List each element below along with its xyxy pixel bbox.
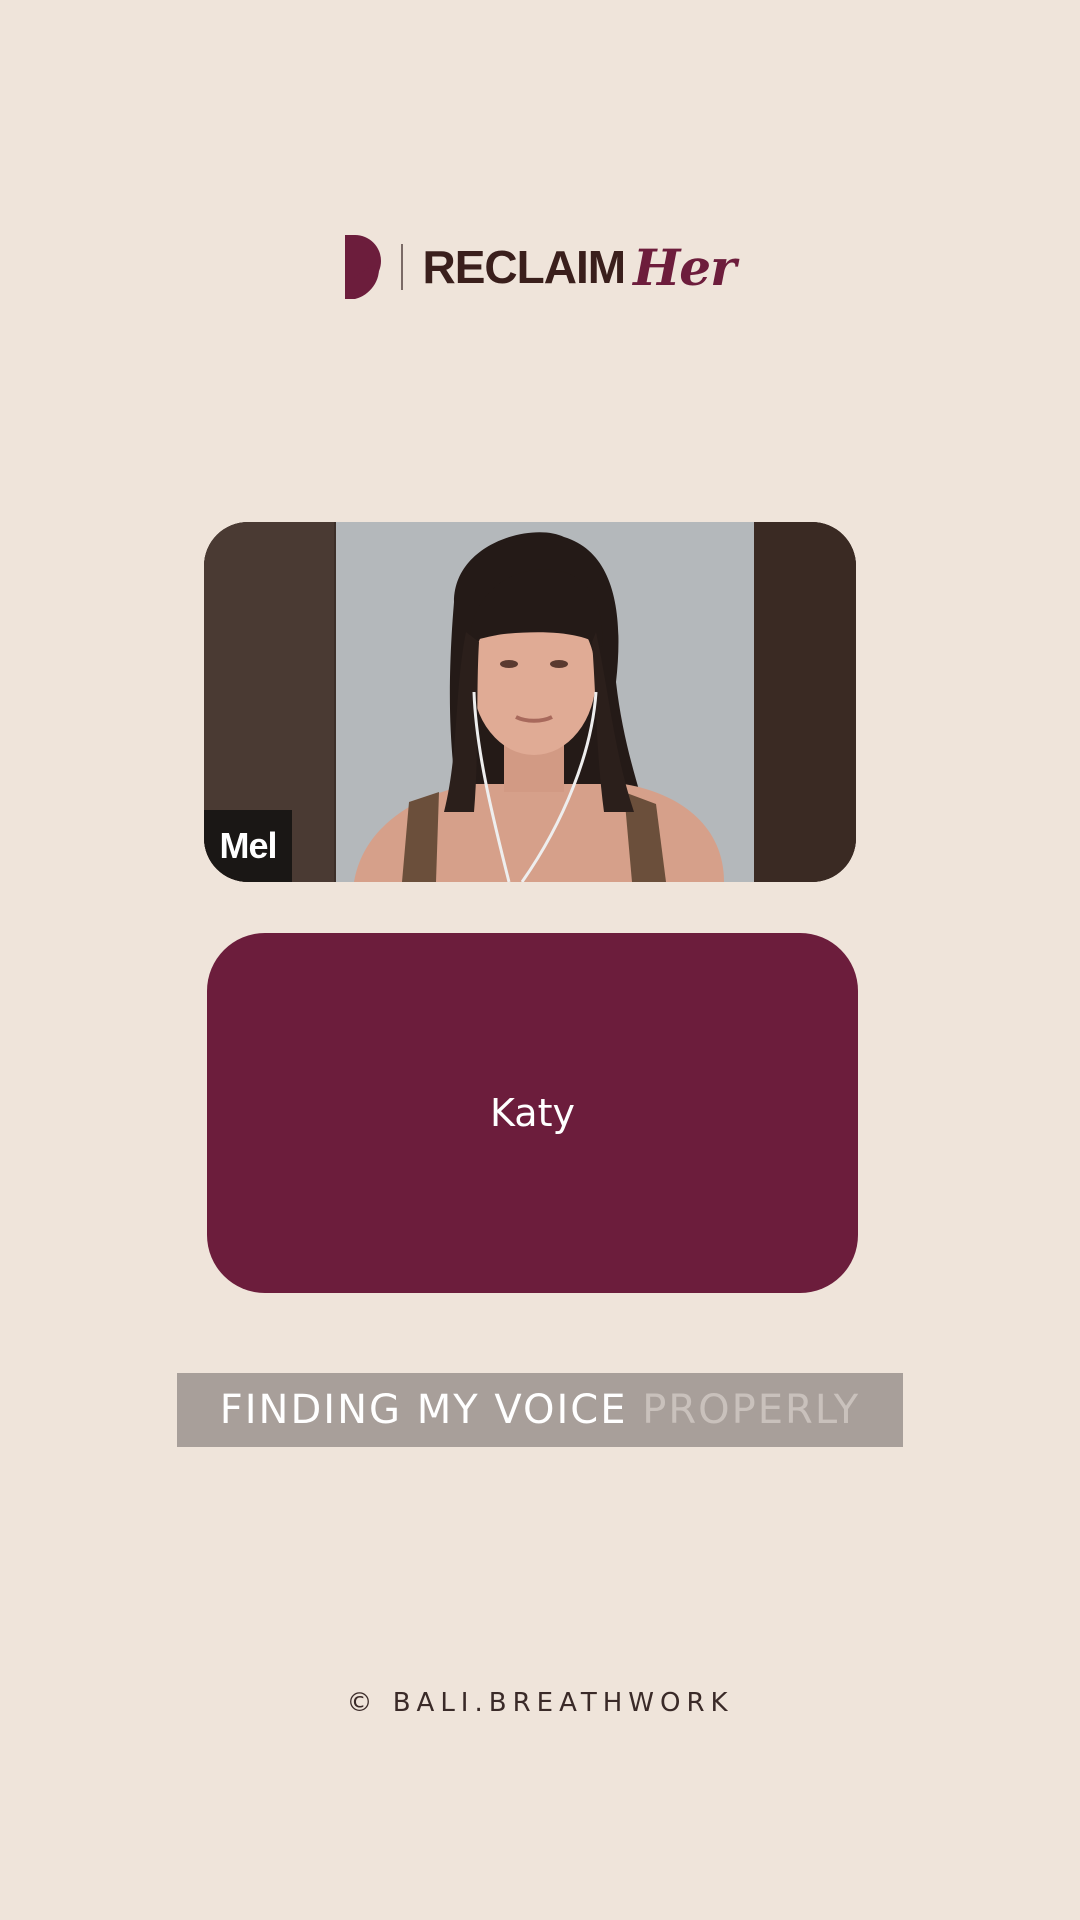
participant-video-tile[interactable]: Mel: [204, 522, 856, 882]
half-moon-logo-icon: [344, 235, 381, 299]
participant-video-feed: [204, 522, 856, 882]
caption-upcoming-word: PROPERLY: [642, 1387, 861, 1433]
caption-spoken-text: FINDING MY VOICE: [219, 1387, 628, 1433]
logo-wordmark: RECLAIM: [422, 241, 627, 293]
participant-name: Katy: [490, 1091, 575, 1135]
copyright-footer: © BALI.BREATHWORK: [346, 1688, 734, 1718]
logo-divider: [400, 244, 403, 290]
logo-script: Her: [633, 237, 736, 297]
caption-upcoming-text: PROPERLY: [628, 1387, 861, 1433]
participant-avatar-tile[interactable]: Katy: [207, 933, 858, 1293]
brand-logo: RECLAIM Her: [0, 232, 1080, 302]
live-caption: FINDING MY VOICE PROPERLY: [177, 1373, 903, 1447]
participant-name-tag: Mel: [204, 810, 292, 882]
